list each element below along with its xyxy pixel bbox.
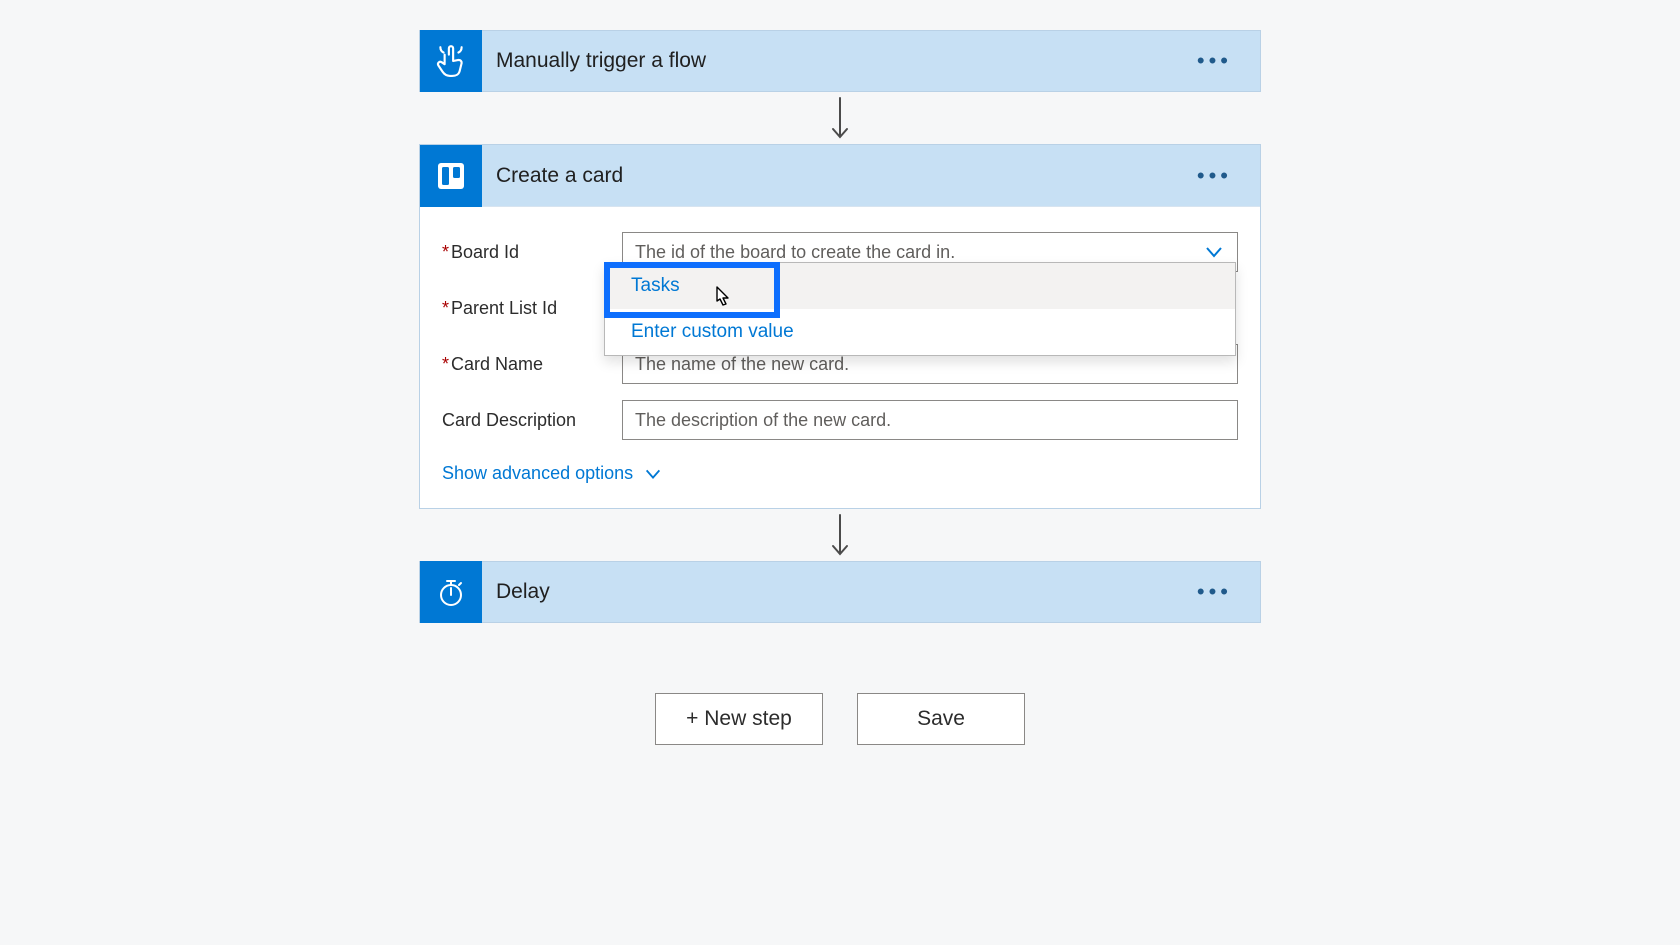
footer-buttons: + New step Save	[655, 693, 1025, 745]
create-card-form: *Board Id The id of the board to create …	[420, 207, 1260, 508]
label-parent-list-id: *Parent List Id	[442, 298, 622, 319]
board-id-dropdown: Tasks Enter custom value	[604, 262, 1236, 356]
row-card-description: Card Description The description of the …	[442, 393, 1238, 447]
dropdown-option-custom[interactable]: Enter custom value	[605, 309, 1235, 355]
create-card-more-icon[interactable]: •••	[1169, 163, 1260, 189]
row-board-id: *Board Id The id of the board to create …	[442, 225, 1238, 279]
trigger-card[interactable]: Manually trigger a flow •••	[419, 30, 1261, 92]
save-button[interactable]: Save	[857, 693, 1025, 745]
touch-icon	[420, 30, 482, 92]
new-step-button[interactable]: + New step	[655, 693, 823, 745]
flow-canvas: Manually trigger a flow ••• Create a car…	[419, 30, 1261, 945]
arrow-icon	[828, 94, 852, 142]
delay-more-icon[interactable]: •••	[1169, 579, 1260, 605]
trigger-more-icon[interactable]: •••	[1169, 48, 1260, 74]
create-card-title: Create a card	[482, 164, 1169, 188]
label-board-id: *Board Id	[442, 242, 622, 263]
label-card-description: Card Description	[442, 410, 622, 431]
delay-card[interactable]: Delay •••	[419, 561, 1261, 623]
create-card-action: Create a card ••• *Board Id The id of th…	[419, 144, 1261, 509]
dropdown-option-tasks[interactable]: Tasks	[605, 263, 1235, 309]
card-description-field[interactable]: The description of the new card.	[622, 400, 1238, 440]
show-advanced-link[interactable]: Show advanced options	[442, 463, 663, 484]
chevron-down-icon[interactable]	[1203, 241, 1225, 263]
board-id-placeholder: The id of the board to create the card i…	[635, 242, 955, 263]
trigger-title: Manually trigger a flow	[482, 49, 1169, 73]
create-card-header[interactable]: Create a card •••	[420, 145, 1260, 207]
label-card-name: *Card Name	[442, 354, 622, 375]
card-name-placeholder: The name of the new card.	[635, 354, 849, 375]
card-description-placeholder: The description of the new card.	[635, 410, 891, 431]
arrow-icon	[828, 511, 852, 559]
delay-title: Delay	[482, 580, 1169, 604]
trello-icon	[420, 145, 482, 207]
stopwatch-icon	[420, 561, 482, 623]
